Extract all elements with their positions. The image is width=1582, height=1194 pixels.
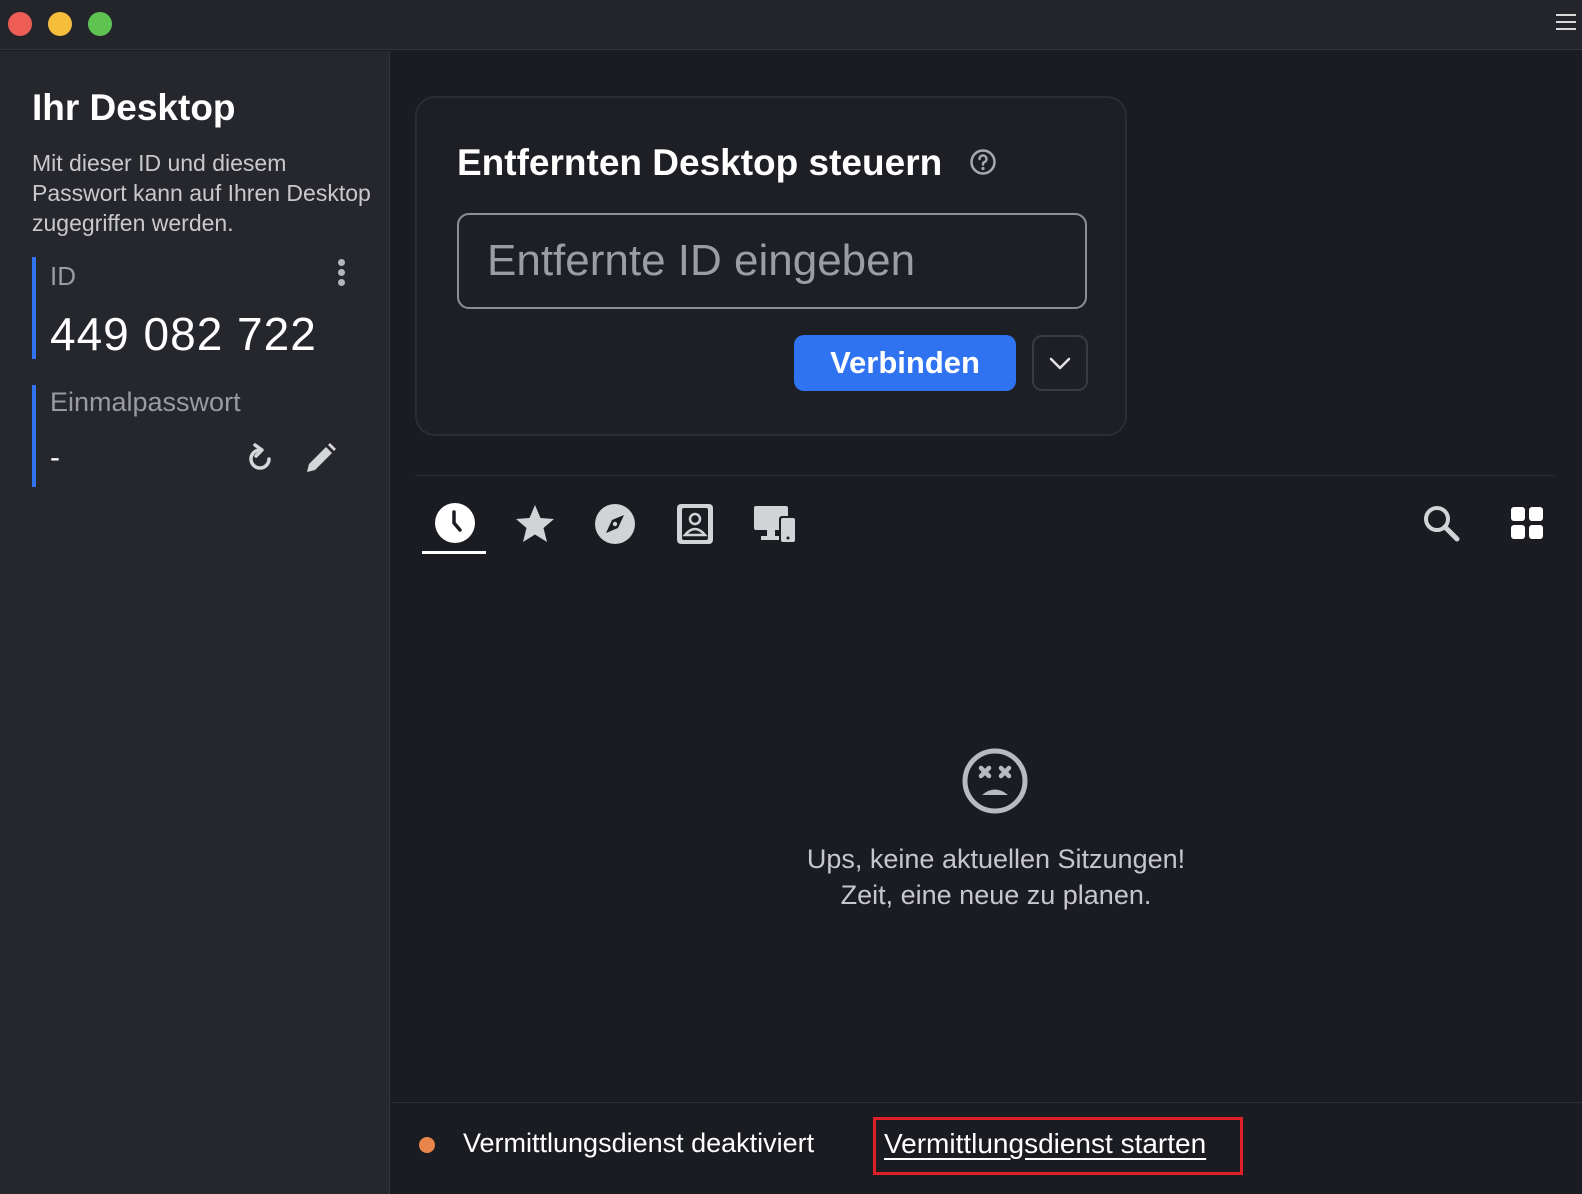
sidebar-title: Ihr Desktop [32,87,236,128]
tab-address-book[interactable] [665,501,721,551]
close-window-button[interactable] [8,12,32,36]
connect-options-dropdown[interactable] [1032,335,1088,391]
main-panel: Entfernten Desktop steuern Verbinden [391,51,1582,1101]
tab-discovered[interactable] [585,501,641,551]
hamburger-menu-icon[interactable] [1554,14,1578,34]
address-book-icon [677,504,713,544]
edit-password-icon[interactable] [302,441,338,477]
section-divider [415,475,1555,476]
refresh-password-icon[interactable] [242,441,278,477]
title-bar [0,0,1582,50]
grid-view-icon[interactable] [1507,503,1547,543]
sad-face-icon [961,747,1029,815]
minimize-window-button[interactable] [48,12,72,36]
empty-state-message: Ups, keine aktuellen Sitzungen! Zeit, ei… [691,841,1301,913]
sidebar-description: Mit dieser ID und diesem Passwort kann a… [32,150,371,236]
clock-icon [435,503,475,543]
start-service-label: Vermittlungsdienst starten [884,1128,1207,1159]
chevron-down-icon [1049,357,1071,370]
tab-lan-devices[interactable] [745,501,801,551]
id-section: ID 449 082 722 [32,257,352,360]
compass-icon [595,504,635,544]
sidebar: Ihr Desktop Mit dieser ID und diesem Pas… [0,51,390,1194]
remote-id-input[interactable] [457,213,1087,309]
devices-icon [754,506,797,544]
help-icon[interactable] [969,148,997,176]
remote-control-title: Entfernten Desktop steuern [457,142,943,183]
empty-state-line-2: Zeit, eine neue zu planen. [840,880,1152,910]
password-label: Einmalpasswort [50,387,241,417]
star-icon [516,505,554,542]
active-tab-indicator [422,551,486,554]
id-value: 449 082 722 [50,308,317,360]
connect-button[interactable]: Verbinden [794,335,1016,391]
empty-state-line-1: Ups, keine aktuellen Sitzungen! [806,844,1186,874]
tab-favorites[interactable] [505,501,561,551]
start-service-link[interactable]: Vermittlungsdienst starten [873,1117,1243,1175]
tab-recent-sessions[interactable] [423,501,487,551]
status-indicator-dot [419,1137,435,1153]
password-value: - [50,441,60,474]
password-section: Einmalpasswort - [32,385,352,487]
id-label: ID [50,261,76,291]
search-icon[interactable] [1421,503,1461,543]
maximize-window-button[interactable] [88,12,112,36]
app-window: Ihr Desktop Mit dieser ID und diesem Pas… [0,0,1582,1194]
status-bar: Vermittlungsdienst deaktiviert Vermittlu… [391,1102,1582,1194]
status-text: Vermittlungsdienst deaktiviert [463,1128,815,1158]
more-options-icon[interactable] [332,257,350,291]
remote-control-card: Entfernten Desktop steuern Verbinden [415,96,1127,436]
